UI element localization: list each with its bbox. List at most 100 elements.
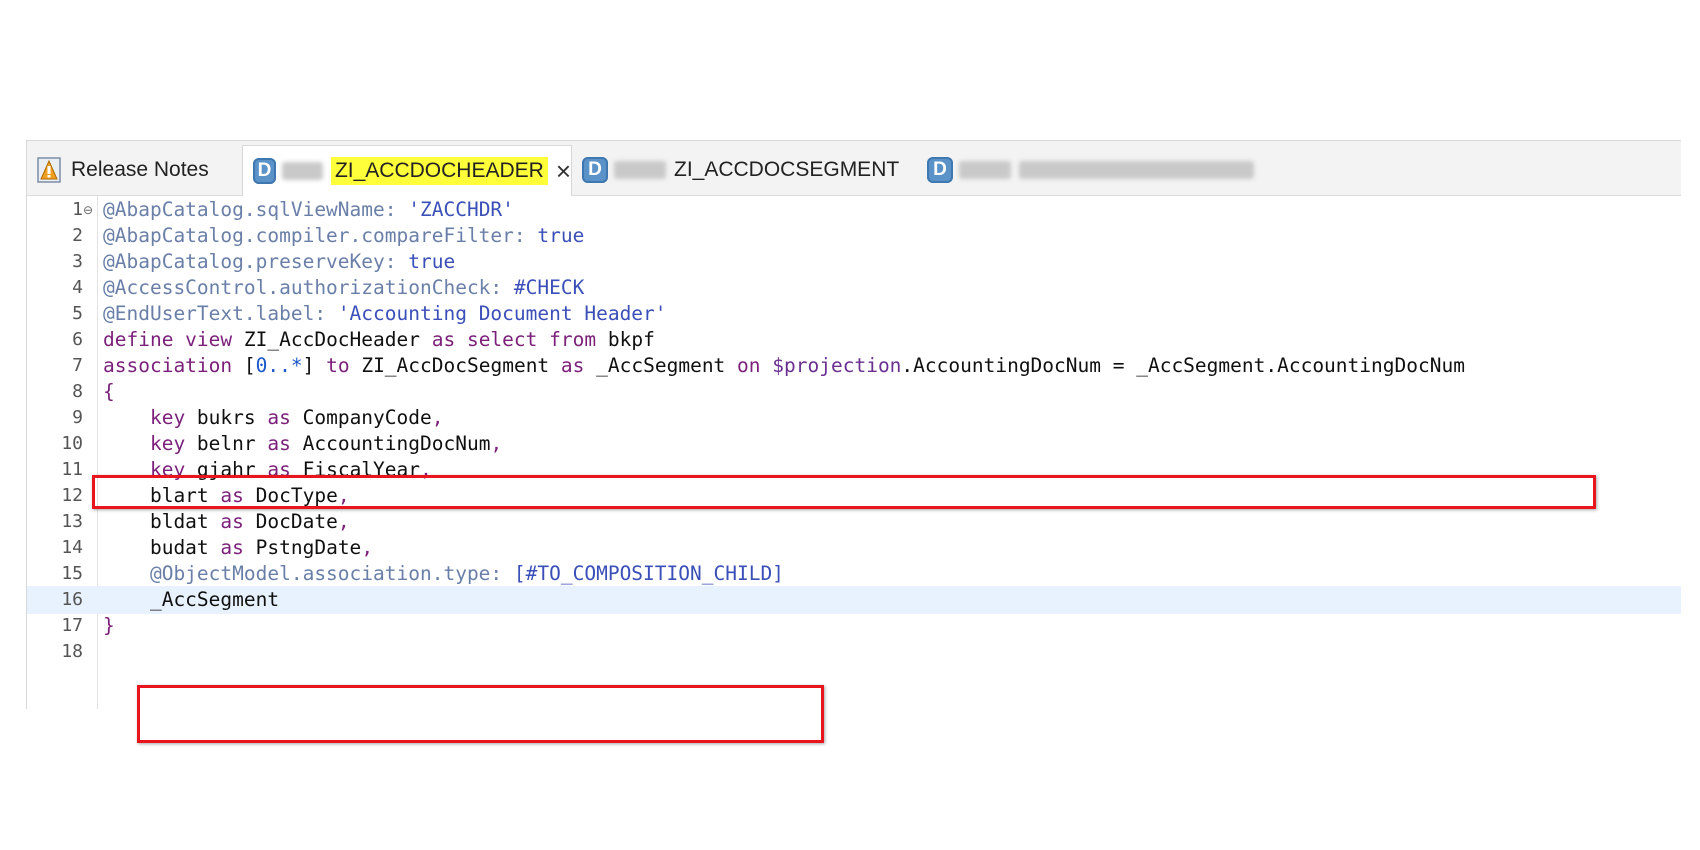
code-token: ] xyxy=(302,354,327,377)
code-line[interactable]: 18 xyxy=(27,638,1681,666)
code-text: } xyxy=(103,612,115,640)
code-token: { xyxy=(103,380,115,403)
code-line[interactable]: 1 ⊖ @AbapCatalog.sqlViewName: 'ZACCHDR' xyxy=(27,196,1681,224)
code-token: 'ZACCHDR' xyxy=(408,198,514,221)
code-token: define view xyxy=(103,328,244,351)
ddl-source-icon: D xyxy=(253,158,277,184)
code-token: as select from xyxy=(431,328,608,351)
code-token: _AccSegment xyxy=(596,354,738,377)
code-token: key xyxy=(103,406,197,429)
code-line[interactable]: 17} xyxy=(27,612,1681,640)
code-token: $projection xyxy=(772,354,902,377)
line-number: 18 xyxy=(61,641,83,662)
obscured-text xyxy=(959,161,1011,179)
code-token: [#TO_COMPOSITION_CHILD] xyxy=(513,562,784,585)
obscured-tab-label xyxy=(1019,161,1254,179)
line-number: 13 xyxy=(61,511,83,532)
code-text: association [0..*] to ZI_AccDocSegment a… xyxy=(103,352,1465,380)
code-text: @AccessControl.authorizationCheck: #CHEC… xyxy=(103,274,584,302)
code-editor[interactable]: 1 ⊖ @AbapCatalog.sqlViewName: 'ZACCHDR' 2 @A… xyxy=(27,196,1681,743)
code-token: as xyxy=(560,354,597,377)
code-token: @AbapCatalog.sqlViewName: xyxy=(103,198,409,221)
code-token: bukrs xyxy=(196,406,268,429)
code-token: CompanyCode xyxy=(302,406,432,429)
composition-child-highlight-box xyxy=(137,685,824,743)
line-number: 3 xyxy=(72,251,83,272)
code-token: ZI_AccDocHeader xyxy=(243,328,432,351)
line-number: 2 xyxy=(72,225,83,246)
code-text: key bukrs as CompanyCode, xyxy=(103,404,444,432)
code-token: [ xyxy=(243,354,256,377)
tab-label: Release Notes xyxy=(71,158,209,181)
release-notes-icon xyxy=(37,157,61,183)
code-text: @ObjectModel.association.type: [#TO_COMP… xyxy=(103,560,784,588)
line-number: 17 xyxy=(61,615,83,636)
editor-window: Release Notes D ZI_ACCDOCHEADER × D ZI_A… xyxy=(26,140,1681,743)
code-token: belnr xyxy=(196,432,268,455)
code-line[interactable]: 16 _AccSegment xyxy=(27,586,1681,614)
line-number: 6 xyxy=(72,329,83,350)
code-line[interactable]: 10 key belnr as AccountingDocNum, xyxy=(27,430,1681,458)
code-token: @AbapCatalog.compiler.compareFilter: xyxy=(103,224,538,247)
code-token: true xyxy=(408,250,456,273)
code-token: @ObjectModel.association.type: xyxy=(103,562,514,585)
code-token: 'Accounting Document Header' xyxy=(337,302,667,325)
close-icon[interactable]: × xyxy=(556,158,571,184)
code-line[interactable]: 4 @AccessControl.authorizationCheck: #CHE… xyxy=(27,274,1681,302)
code-token: true xyxy=(537,224,585,247)
code-token: @EndUserText.label: xyxy=(103,302,338,325)
line-number: 12 xyxy=(61,485,83,506)
line-number: 14 xyxy=(61,537,83,558)
code-token: DocDate xyxy=(255,510,338,533)
code-line[interactable]: 13 bldat as DocDate, xyxy=(27,508,1681,536)
code-line[interactable]: 6 define view ZI_AccDocHeader as select f… xyxy=(27,326,1681,354)
code-token: bldat xyxy=(103,510,221,533)
line-number: 10 xyxy=(61,433,83,454)
code-token: to xyxy=(326,354,362,377)
code-text: @AbapCatalog.sqlViewName: 'ZACCHDR' xyxy=(103,196,514,224)
editor-tab-bar: Release Notes D ZI_ACCDOCHEADER × D ZI_A… xyxy=(27,141,1681,196)
code-line[interactable]: 14 budat as PstngDate, xyxy=(27,534,1681,562)
tab-zi-accdocsegment[interactable]: D ZI_ACCDOCSEGMENT xyxy=(572,145,917,195)
code-line[interactable]: 8{ xyxy=(27,378,1681,406)
code-token: _AccSegment xyxy=(103,588,280,611)
code-text: budat as PstngDate, xyxy=(103,534,373,562)
code-token: , xyxy=(361,536,374,559)
code-text: define view ZI_AccDocHeader as select fr… xyxy=(103,326,655,354)
code-token: , xyxy=(431,406,444,429)
code-line[interactable]: 7 association [0..*] to ZI_AccDocSegment … xyxy=(27,352,1681,380)
code-token: bkpf xyxy=(607,328,655,351)
code-text: bldat as DocDate, xyxy=(103,508,350,536)
line-number: 8 xyxy=(72,381,83,402)
code-line[interactable]: 15 @ObjectModel.association.type: [#TO_C… xyxy=(27,560,1681,588)
code-token: AccountingDocNum xyxy=(302,432,491,455)
line-number: 11 xyxy=(61,459,83,480)
code-token: as xyxy=(267,406,303,429)
code-token: on xyxy=(737,354,773,377)
code-token: , xyxy=(490,432,503,455)
tab-zi-accdocheader[interactable]: D ZI_ACCDOCHEADER × xyxy=(242,145,572,196)
code-token: .AccountingDocNum = _AccSegment.Accounti… xyxy=(901,354,1465,377)
code-line[interactable]: 2 @AbapCatalog.compiler.compareFilter: tr… xyxy=(27,222,1681,250)
code-line[interactable]: 5 @EndUserText.label: 'Accounting Documen… xyxy=(27,300,1681,328)
line-number: 4 xyxy=(72,277,83,298)
code-token: key xyxy=(103,432,197,455)
code-token: association xyxy=(103,354,244,377)
code-token: @AccessControl.authorizationCheck: xyxy=(103,276,514,299)
code-token: #CHECK xyxy=(513,276,585,299)
obscured-text xyxy=(614,161,666,179)
line-number: 7 xyxy=(72,355,83,376)
line-number: 1 xyxy=(72,199,83,220)
code-token: @AbapCatalog.preserveKey: xyxy=(103,250,409,273)
line-number: 16 xyxy=(61,589,83,610)
code-text: @AbapCatalog.preserveKey: true xyxy=(103,248,455,276)
code-token: as xyxy=(220,510,256,533)
tab-obscured[interactable]: D xyxy=(917,145,1277,195)
code-token: , xyxy=(337,510,350,533)
line-number: 5 xyxy=(72,303,83,324)
code-token: ZI_AccDocSegment xyxy=(361,354,561,377)
fold-toggle-icon[interactable]: ⊖ xyxy=(83,196,93,224)
code-line[interactable]: 3 @AbapCatalog.preserveKey: true xyxy=(27,248,1681,276)
code-line[interactable]: 9 key bukrs as CompanyCode, xyxy=(27,404,1681,432)
tab-release-notes[interactable]: Release Notes xyxy=(27,145,242,195)
